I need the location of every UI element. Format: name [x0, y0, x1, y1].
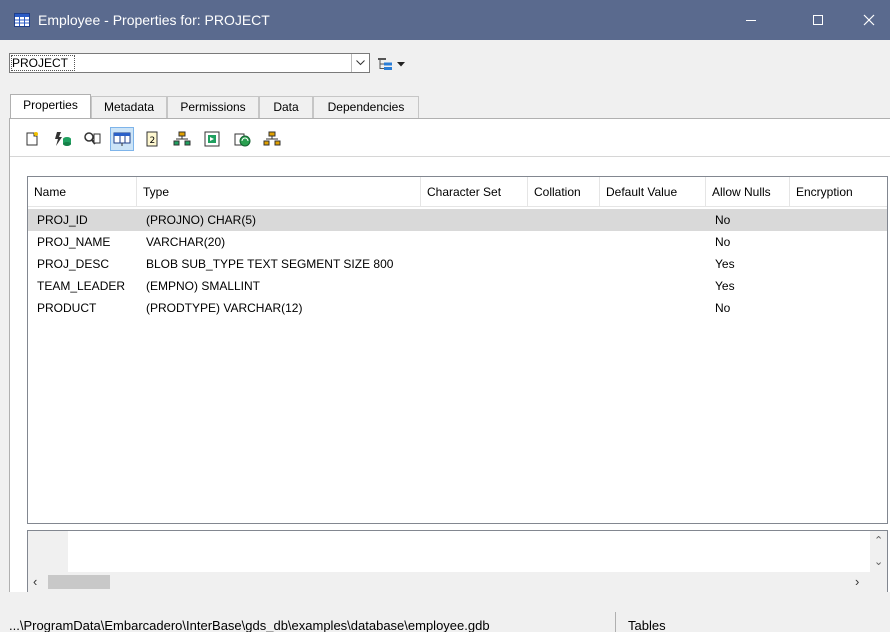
table-row[interactable]: PROJ_NAME VARCHAR(20) No — [28, 231, 887, 253]
table-grid-icon — [14, 12, 30, 28]
cell-type: (PROJNO) CHAR(5) — [146, 213, 256, 227]
document-info-button[interactable]: 2 — [140, 127, 164, 151]
find-column-icon — [84, 132, 101, 145]
close-icon — [863, 14, 875, 26]
maximize-button[interactable] — [795, 0, 841, 40]
hierarchy-icon — [263, 131, 281, 146]
column-header-encryption[interactable]: Encryption — [790, 177, 886, 207]
new-page-button[interactable] — [20, 127, 44, 151]
new-page-icon — [26, 132, 38, 146]
object-selector-value: PROJECT — [12, 56, 69, 70]
column-header-character-set[interactable]: Character Set — [421, 177, 528, 207]
column-header-collation[interactable]: Collation — [528, 177, 600, 207]
column-header-type[interactable]: Type — [137, 177, 421, 207]
cell-type: (PRODTYPE) VARCHAR(12) — [146, 301, 303, 315]
scroll-down-icon[interactable]: ⌄ — [874, 555, 883, 568]
table-row[interactable]: TEAM_LEADER (EMPNO) SMALLINT Yes — [28, 275, 887, 297]
tree-view-icon — [378, 58, 392, 70]
tree-view-button[interactable] — [377, 55, 421, 73]
tab-permissions[interactable]: Permissions — [167, 96, 259, 118]
column-view-button[interactable] — [110, 127, 134, 151]
cell-allow-nulls: No — [715, 213, 731, 227]
minimize-button[interactable] — [728, 0, 774, 40]
refresh-globe-icon — [234, 133, 251, 147]
vertical-scrollbar[interactable]: ⌃ ⌄ — [870, 531, 887, 572]
status-divider — [615, 612, 616, 632]
table-row[interactable]: PRODUCT (PRODTYPE) VARCHAR(12) No — [28, 297, 887, 319]
column-header-name[interactable]: Name — [28, 177, 137, 207]
table-row[interactable]: PROJ_ID (PROJNO) CHAR(5) No — [28, 209, 887, 231]
scroll-right-icon[interactable]: › — [855, 574, 859, 589]
scroll-up-icon[interactable]: ⌃ — [874, 534, 883, 547]
status-section: Tables — [628, 618, 666, 632]
object-selector-combo[interactable]: PROJECT — [9, 53, 370, 73]
detail-gutter — [28, 531, 68, 572]
cell-type: VARCHAR(20) — [146, 235, 226, 249]
grid-header: Name Type Character Set Collation Defaul… — [28, 177, 887, 207]
tab-properties[interactable]: Properties — [10, 94, 91, 120]
cell-type: (EMPNO) SMALLINT — [146, 279, 261, 293]
dropdown-arrow-icon — [397, 61, 405, 66]
horizontal-scrollbar[interactable]: ‹ › — [28, 572, 887, 592]
column-header-allow-nulls[interactable]: Allow Nulls — [706, 177, 790, 207]
find-column-button[interactable] — [80, 127, 104, 151]
svg-text:2: 2 — [150, 136, 156, 146]
hierarchy-button[interactable] — [260, 127, 284, 151]
tab-metadata[interactable]: Metadata — [91, 96, 167, 118]
cell-allow-nulls: No — [715, 235, 731, 249]
cell-name: PROJ_NAME — [37, 235, 111, 249]
status-database-path: ...\ProgramData\Embarcadero\InterBase\gd… — [9, 618, 490, 632]
cell-name: TEAM_LEADER — [37, 279, 126, 293]
columns-grid[interactable]: Name Type Character Set Collation Defaul… — [27, 176, 888, 524]
status-bar: ...\ProgramData\Embarcadero\InterBase\gd… — [0, 592, 890, 632]
lightning-database-button[interactable] — [50, 127, 74, 151]
scrollbar-thumb[interactable] — [48, 575, 110, 589]
tab-data[interactable]: Data — [259, 96, 313, 118]
export-button[interactable] — [200, 127, 224, 151]
export-icon — [204, 131, 220, 147]
cell-allow-nulls: Yes — [715, 257, 735, 271]
refresh-globe-button[interactable] — [230, 127, 254, 151]
window-title: Employee - Properties for: PROJECT — [38, 12, 270, 28]
tab-dependencies[interactable]: Dependencies — [313, 96, 419, 118]
lightning-database-icon — [55, 132, 71, 146]
cell-type: BLOB SUB_TYPE TEXT SEGMENT SIZE 800 — [146, 257, 394, 271]
maximize-icon — [813, 15, 823, 25]
properties-panel: 2 Name Type Character Set Collation Defa… — [9, 118, 890, 593]
hierarchy-add-button[interactable] — [170, 127, 194, 151]
table-row[interactable]: PROJ_DESC BLOB SUB_TYPE TEXT SEGMENT SIZ… — [28, 253, 887, 275]
column-view-icon — [113, 132, 131, 146]
document-info-icon: 2 — [146, 131, 158, 147]
title-bar[interactable]: Employee - Properties for: PROJECT — [0, 0, 890, 40]
close-button[interactable] — [846, 0, 890, 40]
detail-pane[interactable]: ⌃ ⌄ ‹ › — [27, 530, 888, 593]
column-header-default-value[interactable]: Default Value — [600, 177, 706, 207]
cell-name: PROJ_DESC — [37, 257, 110, 271]
window-body: PROJECT Properties Metadata Permissions … — [0, 40, 890, 593]
hierarchy-add-icon — [173, 131, 191, 146]
cell-allow-nulls: Yes — [715, 279, 735, 293]
minimize-icon — [746, 20, 756, 21]
cell-name: PROJ_ID — [37, 213, 88, 227]
chevron-down-icon[interactable] — [351, 54, 369, 72]
cell-allow-nulls: No — [715, 301, 731, 315]
cell-name: PRODUCT — [37, 301, 97, 315]
scroll-left-icon[interactable]: ‹ — [33, 574, 37, 589]
toolbar-divider — [10, 156, 890, 157]
